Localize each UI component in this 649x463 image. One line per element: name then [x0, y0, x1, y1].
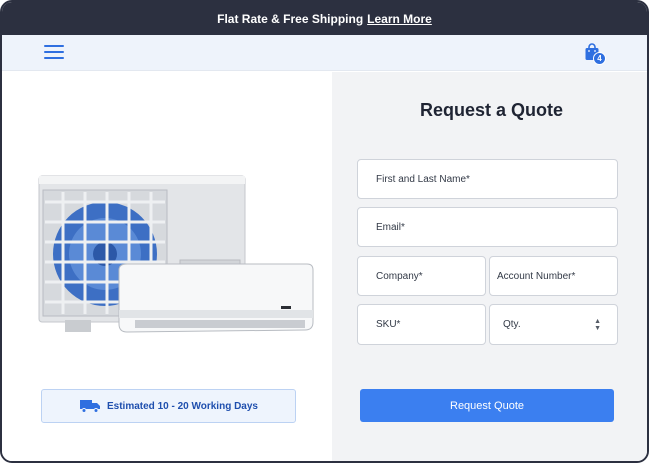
account-number-field[interactable]: [489, 256, 618, 296]
delivery-estimate-banner: Estimated 10 - 20 Working Days: [41, 389, 296, 423]
email-field[interactable]: [357, 207, 618, 247]
top-navbar: 4: [2, 35, 647, 71]
select-arrows-icon: ▲ ▼: [594, 318, 601, 332]
name-field[interactable]: [357, 159, 618, 199]
hamburger-menu-icon[interactable]: [44, 45, 64, 61]
cart-count-badge: 4: [593, 52, 606, 65]
delivery-estimate-text: Estimated 10 - 20 Working Days: [107, 400, 258, 412]
announcement-bar: Flat Rate & Free Shipping Learn More: [2, 2, 647, 35]
air-conditioner-image: [38, 175, 314, 333]
delivery-truck-icon: [80, 400, 100, 413]
sku-field[interactable]: [357, 304, 486, 345]
product-pane: Estimated 10 - 20 Working Days: [2, 72, 332, 461]
announcement-text: Flat Rate & Free Shipping: [217, 11, 364, 26]
quantity-select[interactable]: Qty. ▲ ▼: [489, 304, 618, 345]
shopping-bag-icon[interactable]: 4: [582, 43, 606, 67]
form-title: Request a Quote: [419, 100, 564, 120]
app-frame: Flat Rate & Free Shipping Learn More 4 E…: [0, 0, 649, 463]
company-field[interactable]: [357, 256, 486, 296]
quantity-label: Qty.: [503, 319, 521, 330]
learn-more-link[interactable]: Learn More: [367, 12, 432, 26]
request-quote-button[interactable]: Request Quote: [360, 389, 614, 422]
